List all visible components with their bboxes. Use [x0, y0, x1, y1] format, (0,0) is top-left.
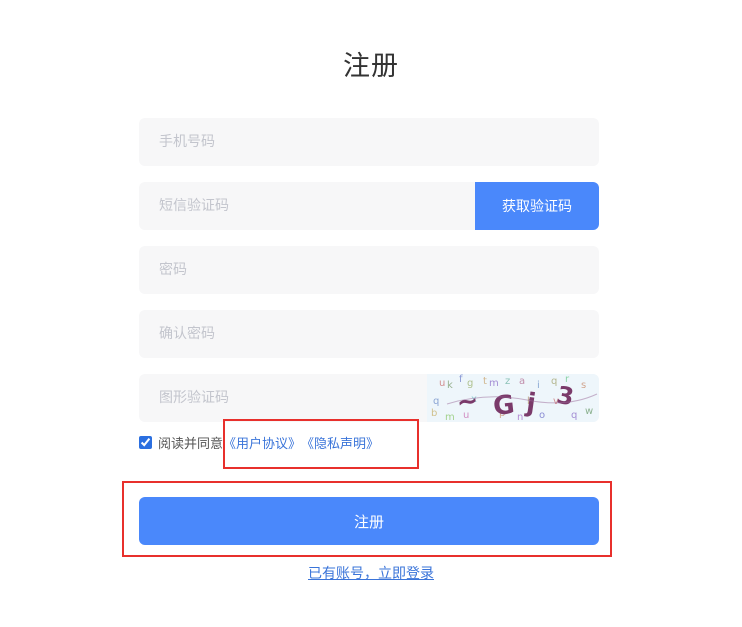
agreement-checkbox[interactable]	[139, 435, 152, 449]
password-input[interactable]	[139, 246, 599, 294]
svg-text:q: q	[551, 376, 557, 387]
get-sms-code-button[interactable]: 获取验证码	[475, 182, 599, 230]
svg-text:b: b	[431, 408, 437, 419]
confirm-password-field	[139, 310, 599, 358]
privacy-statement-link[interactable]: 《隐私声明》	[301, 433, 379, 452]
captcha-input[interactable]	[139, 374, 427, 422]
confirm-password-input[interactable]	[139, 310, 599, 358]
svg-text:s: s	[581, 380, 586, 391]
svg-text:q: q	[571, 410, 577, 421]
svg-text:t: t	[483, 376, 487, 387]
svg-text:k: k	[447, 380, 453, 391]
svg-text:G: G	[492, 390, 516, 422]
svg-text:u: u	[439, 378, 445, 389]
captcha-field: u k f g t m z a i q r s q b m u x b o v	[139, 374, 599, 422]
svg-text:f: f	[459, 374, 463, 385]
register-button[interactable]: 注册	[139, 497, 599, 545]
agreement-row: 阅读并同意 《用户协议》 《隐私声明》	[139, 432, 379, 452]
user-agreement-link[interactable]: 《用户协议》	[223, 433, 301, 452]
phone-field	[139, 118, 599, 166]
captcha-image[interactable]: u k f g t m z a i q r s q b m u x b o v	[427, 374, 599, 422]
phone-input[interactable]	[139, 118, 599, 166]
svg-text:m: m	[445, 412, 455, 422]
svg-text:a: a	[519, 376, 525, 387]
svg-text:z: z	[505, 376, 510, 387]
sms-code-field: 获取验证码	[139, 182, 599, 230]
svg-text:w: w	[585, 406, 593, 417]
svg-text:~: ~	[455, 386, 481, 419]
agreement-prefix: 阅读并同意	[158, 436, 224, 452]
sms-code-input[interactable]	[139, 182, 475, 230]
captcha-graphic: u k f g t m z a i q r s q b m u x b o v	[427, 374, 599, 422]
svg-text:o: o	[539, 410, 545, 421]
login-link[interactable]: 已有账号，立即登录	[0, 563, 742, 583]
page-title: 注册	[343, 51, 399, 82]
svg-text:q: q	[433, 396, 439, 407]
password-field	[139, 246, 599, 294]
svg-text:m: m	[489, 378, 499, 389]
svg-text:n: n	[517, 412, 523, 422]
